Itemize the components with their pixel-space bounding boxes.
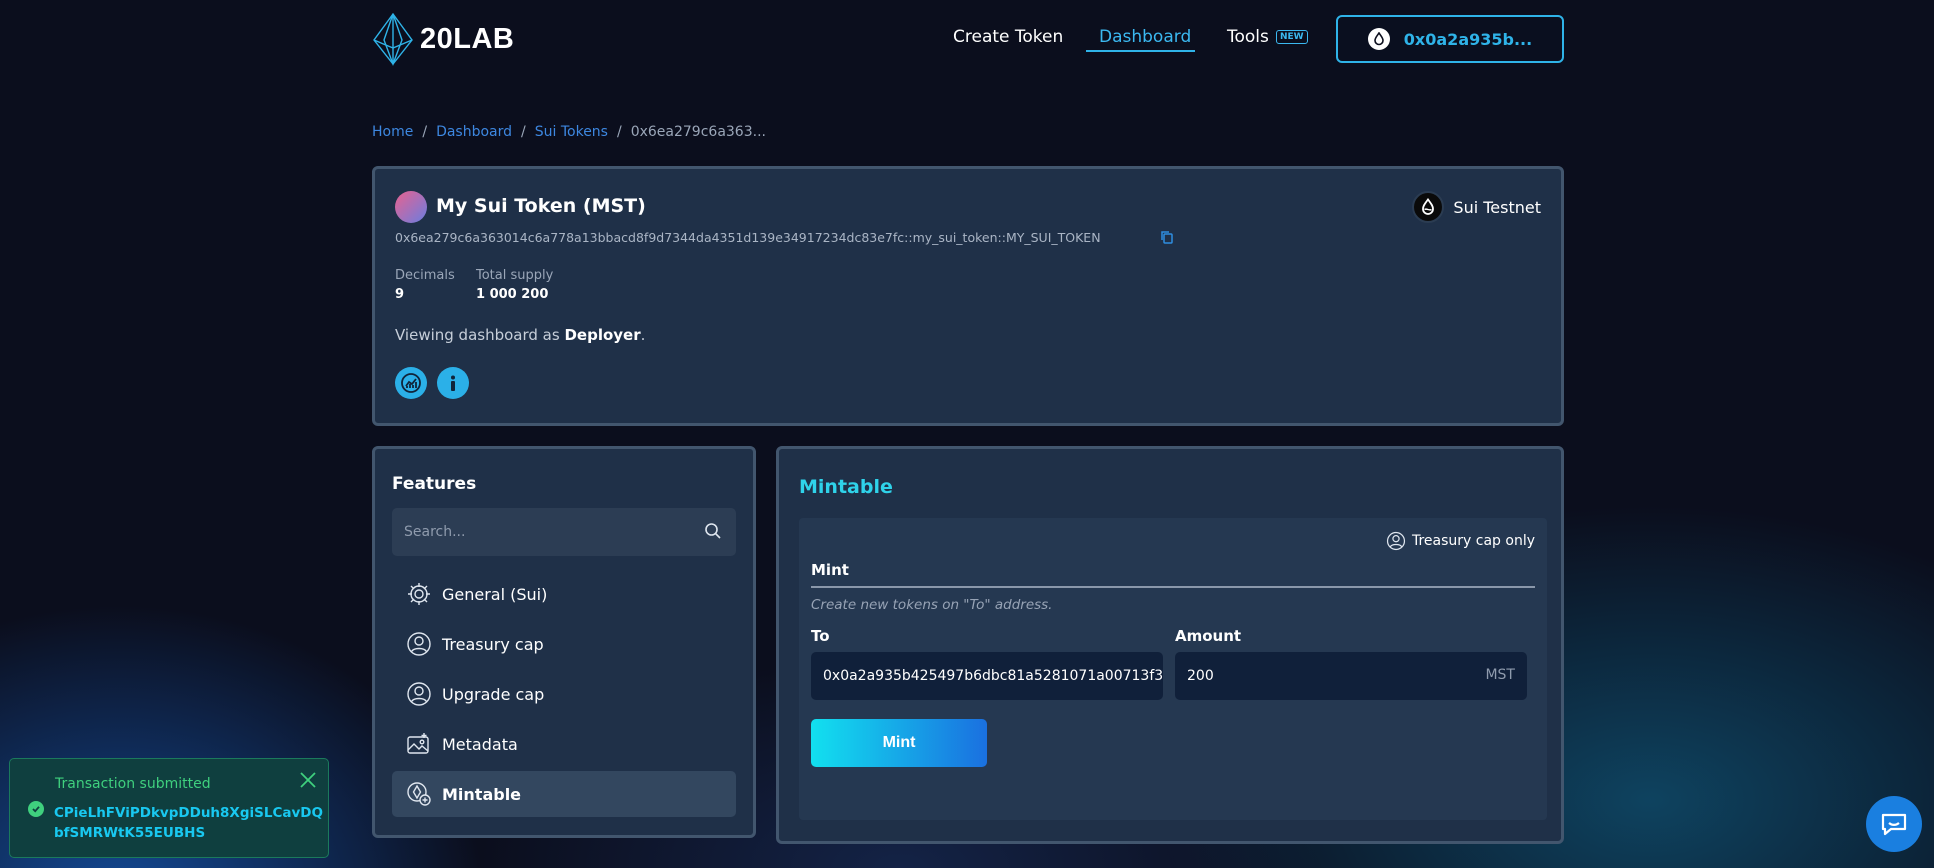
amount-unit: MST: [1485, 667, 1515, 683]
transaction-toast: Transaction submitted CPieLhFViPDkvpDDuh…: [9, 758, 329, 858]
decimals-label: Decimals: [395, 268, 455, 283]
viewing-role-text: Viewing dashboard as Deployer.: [395, 326, 645, 344]
feature-item-metadata[interactable]: Metadata: [392, 721, 736, 767]
nav-dashboard[interactable]: Dashboard: [1099, 27, 1191, 47]
mintable-panel: Mintable Treasury cap only Mint Create n…: [776, 446, 1564, 844]
breadcrumb-separator: /: [422, 124, 428, 140]
chart-button[interactable]: [395, 367, 427, 399]
to-field: [811, 652, 1163, 700]
check-icon: [28, 801, 44, 817]
feature-item-treasury-cap[interactable]: Treasury cap: [392, 621, 736, 667]
info-button[interactable]: [437, 367, 469, 399]
tools-new-badge: NEW: [1276, 30, 1308, 44]
network-indicator: Sui Testnet: [1412, 191, 1541, 223]
breadcrumb-separator: /: [616, 124, 622, 140]
token-address: 0x6ea279c6a363014c6a778a13bbacd8f9d7344d…: [395, 230, 1101, 245]
token-name: My Sui Token (MST): [436, 195, 646, 217]
viewing-role: Deployer: [564, 326, 641, 344]
nav-create-token[interactable]: Create Token: [953, 27, 1063, 47]
wallet-button[interactable]: 0x0a2a935b...: [1336, 15, 1564, 63]
copy-icon[interactable]: [1160, 229, 1174, 248]
features-panel: Features General (Sui) Treasury cap Upgr…: [372, 446, 756, 838]
feature-label: Mintable: [442, 784, 522, 804]
network-label: Sui Testnet: [1453, 197, 1541, 217]
features-title: Features: [392, 474, 477, 494]
sui-icon: [1367, 28, 1390, 50]
breadcrumb: Home / Dashboard / Sui Tokens / 0x6ea279…: [372, 124, 766, 140]
viewing-suffix: .: [640, 326, 646, 344]
nav-active-underline: [1086, 50, 1195, 52]
wallet-address: 0x0a2a935b...: [1403, 29, 1533, 49]
feature-label: General (Sui): [442, 584, 548, 604]
breadcrumb-separator: /: [521, 124, 526, 140]
breadcrumb-home[interactable]: Home: [372, 124, 413, 140]
transaction-hash-link[interactable]: CPieLhFViPDkvpDDuh8XgiSLCavDQbfSMRWtK55E…: [54, 803, 324, 843]
toast-title: Transaction submitted: [55, 776, 211, 792]
breadcrumb-current: 0x6ea279c6a363...: [630, 124, 766, 140]
feature-label: Metadata: [442, 734, 518, 754]
feature-label: Treasury cap: [442, 634, 544, 654]
logo-text: 20LAB: [420, 22, 515, 55]
chart-icon: [401, 373, 421, 393]
breadcrumb-dashboard[interactable]: Dashboard: [436, 124, 512, 140]
mint-description: Create new tokens on "To" address.: [811, 597, 1053, 613]
feature-item-mintable[interactable]: Mintable: [392, 771, 736, 817]
mint-coin-icon: [407, 782, 431, 806]
feature-label: Upgrade cap: [442, 684, 545, 704]
feature-item-general[interactable]: General (Sui): [392, 571, 736, 617]
viewing-prefix: Viewing dashboard as: [395, 326, 565, 344]
mint-section-label: Mint: [811, 561, 849, 579]
gear-icon: [408, 583, 430, 605]
info-icon: [451, 375, 455, 391]
logo[interactable]: 20LAB: [372, 12, 514, 66]
token-card: My Sui Token (MST) 0x6ea279c6a363014c6a7…: [372, 166, 1564, 426]
chat-support-button[interactable]: [1866, 796, 1922, 852]
nav-tools[interactable]: Tools: [1227, 27, 1269, 47]
amount-label: Amount: [1175, 627, 1242, 645]
total-supply-value: 1 000 200: [476, 287, 549, 302]
search-icon[interactable]: [704, 522, 722, 544]
decimals-value: 9: [395, 287, 405, 302]
logo-icon: [373, 12, 413, 66]
image-icon: [407, 733, 429, 754]
user-circle-icon: [407, 632, 431, 656]
sui-network-icon: [1412, 191, 1445, 223]
amount-field: MST: [1175, 652, 1527, 700]
features-search: [392, 508, 736, 556]
user-circle-icon: [1386, 531, 1406, 551]
amount-input[interactable]: [1175, 652, 1527, 700]
access-label: Treasury cap only: [1411, 533, 1535, 549]
access-requirement: Treasury cap only: [1386, 531, 1535, 551]
to-label: To: [811, 627, 830, 645]
mint-button[interactable]: Mint: [811, 719, 987, 767]
total-supply-label: Total supply: [476, 268, 554, 283]
features-search-input[interactable]: [392, 508, 682, 556]
mint-form: Treasury cap only Mint Create new tokens…: [799, 518, 1547, 820]
breadcrumb-sui-tokens[interactable]: Sui Tokens: [535, 124, 608, 140]
feature-item-upgrade-cap[interactable]: Upgrade cap: [392, 671, 736, 717]
user-circle-icon: [407, 682, 431, 706]
chat-icon: [1881, 813, 1907, 836]
decimals-stat: Decimals 9: [395, 268, 455, 302]
close-icon[interactable]: [299, 771, 317, 793]
total-supply-stat: Total supply 1 000 200: [476, 268, 553, 302]
token-avatar: [395, 191, 427, 223]
mintable-title: Mintable: [799, 476, 893, 498]
to-address-input[interactable]: [811, 652, 1163, 700]
divider: [811, 586, 1535, 588]
